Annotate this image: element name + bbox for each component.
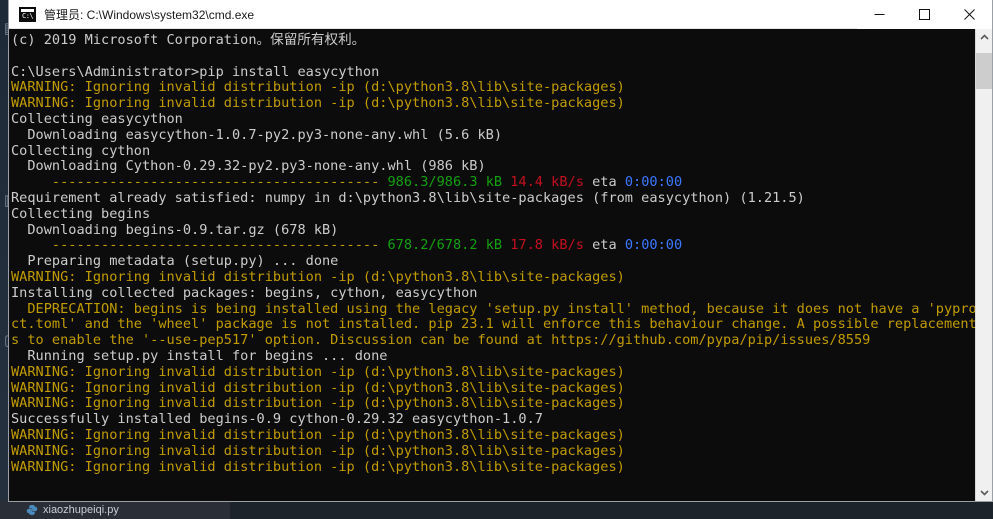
terminal-text-segment: Downloading easycython-1.0.7-py2.py3-non… xyxy=(11,126,503,143)
terminal-screen[interactable]: (c) 2019 Microsoft Corporation。保留所有权利。 C:… xyxy=(9,29,975,501)
terminal-text-segment: WARNING: Ignoring invalid distribution -… xyxy=(11,442,625,459)
terminal-text-segment: eta xyxy=(592,174,625,191)
terminal-text-segment: WARNING: Ignoring invalid distribution -… xyxy=(11,426,625,443)
titlebar[interactable]: C:\ 管理员: C:\Windows\system32\cmd.exe xyxy=(9,0,992,29)
terminal-text-segment: Requirement already satisfied: numpy in … xyxy=(11,189,805,206)
terminal-text-segment: WARNING: Ignoring invalid distribution -… xyxy=(11,379,625,396)
taskbar-item-xiaozhupeiqi[interactable]: xiaozhupeiqi.py xyxy=(0,500,230,519)
desktop: ▤ > ◗ ▥ ◖ ▢ xiaozhupeiqi.py C:\ 管理员: C:\… xyxy=(0,0,993,519)
terminal-line: Preparing metadata (setup.py) ... done xyxy=(11,253,975,270)
terminal-text-segment: WARNING: Ignoring invalid distribution -… xyxy=(11,458,625,475)
terminal-line: DEPRECATION: begins is being installed u… xyxy=(11,300,975,318)
console-body: (c) 2019 Microsoft Corporation。保留所有权利。 C:… xyxy=(9,29,992,501)
terminal-text-segment: ---------------------------------------- xyxy=(11,237,388,254)
terminal-line: WARNING: Ignoring invalid distribution -… xyxy=(11,95,975,112)
close-button[interactable] xyxy=(947,0,992,29)
python-file-icon xyxy=(26,504,38,516)
terminal-text-segment: 986.3/986.3 kB xyxy=(387,174,511,191)
terminal-text-segment: 17.8 kB/s xyxy=(510,237,593,254)
terminal-line: Requirement already satisfied: numpy in … xyxy=(11,189,975,207)
scrollbar[interactable] xyxy=(975,29,992,501)
scroll-down-button[interactable] xyxy=(976,484,992,501)
cmd-icon-text: C:\ xyxy=(22,11,34,20)
terminal-text-segment: 0:00:00 xyxy=(624,237,683,254)
terminal-line: C:\Users\Administrator>pip install easyc… xyxy=(11,63,975,81)
terminal-line: WARNING: Ignoring invalid distribution -… xyxy=(11,458,975,476)
terminal-text-segment: WARNING: Ignoring invalid distribution -… xyxy=(11,395,625,412)
terminal-line: WARNING: Ignoring invalid distribution -… xyxy=(11,268,975,286)
terminal-text-segment: Downloading Cython-0.29.32-py2.py3-none-… xyxy=(11,158,486,175)
terminal-text-segment: WARNING: Ignoring invalid distribution -… xyxy=(11,268,625,285)
terminal-line: WARNING: Ignoring invalid distribution -… xyxy=(11,442,975,460)
window-title: 管理员: C:\Windows\system32\cmd.exe xyxy=(44,7,255,22)
terminal-text-segment: ct.toml' and the 'wheel' package is not … xyxy=(11,316,975,333)
terminal-text-segment: WARNING: Ignoring invalid distribution -… xyxy=(11,95,625,112)
terminal-line: (c) 2019 Microsoft Corporation。保留所有权利。 xyxy=(11,32,975,49)
terminal-text-segment: 0:00:00 xyxy=(624,174,683,191)
terminal-line: Downloading Cython-0.29.32-py2.py3-none-… xyxy=(11,158,975,175)
terminal-text-segment: 678.2/678.2 kB xyxy=(387,237,511,254)
terminal-line: Installing collected packages: begins, c… xyxy=(11,284,975,302)
terminal-text-segment: DEPRECATION: begins is being installed u… xyxy=(11,300,975,317)
taskbar: xiaozhupeiqi.py xyxy=(0,500,993,519)
terminal-text-segment: (c) 2019 Microsoft Corporation。保留所有权利。 xyxy=(11,32,366,48)
maximize-icon xyxy=(919,8,930,20)
terminal-text-segment: Running setup.py install for begins ... … xyxy=(11,347,388,364)
minimize-button[interactable] xyxy=(857,0,902,29)
terminal-text-segment: C:\Users\Administrator>pip install easyc… xyxy=(11,63,380,80)
terminal-text-segment: eta xyxy=(592,237,625,254)
terminal-text-segment: Successfully installed begins-0.9 cython… xyxy=(11,411,543,428)
terminal-output: (c) 2019 Microsoft Corporation。保留所有权利。 C:… xyxy=(11,32,975,501)
terminal-line: WARNING: Ignoring invalid distribution -… xyxy=(11,426,975,444)
terminal-text-segment: Collecting begins xyxy=(11,205,151,222)
terminal-text-segment: WARNING: Ignoring invalid distribution -… xyxy=(11,79,625,96)
window-controls xyxy=(857,0,992,29)
terminal-line: ----------------------------------------… xyxy=(11,174,975,191)
terminal-line: Collecting easycython xyxy=(11,110,975,128)
taskbar-item-label: xiaozhupeiqi.py xyxy=(43,503,119,516)
terminal-line: WARNING: Ignoring invalid distribution -… xyxy=(11,379,975,397)
terminal-line: WARNING: Ignoring invalid distribution -… xyxy=(11,79,975,96)
terminal-line: Successfully installed begins-0.9 cython… xyxy=(11,411,975,428)
terminal-line: ----------------------------------------… xyxy=(11,237,975,254)
scrollbar-track[interactable] xyxy=(976,46,992,484)
terminal-text-segment: Collecting easycython xyxy=(11,110,183,127)
titlebar-left: C:\ 管理员: C:\Windows\system32\cmd.exe xyxy=(9,6,857,23)
terminal-text-segment: Collecting cython xyxy=(11,142,151,159)
terminal-line: ct.toml' and the 'wheel' package is not … xyxy=(11,316,975,333)
terminal-text-segment: ---------------------------------------- xyxy=(11,174,388,191)
terminal-text-segment: s to enable the '--use-pep517' option. D… xyxy=(11,332,871,349)
chevron-down-icon xyxy=(979,490,989,496)
scrollbar-thumb[interactable] xyxy=(976,53,992,89)
terminal-line: s to enable the '--use-pep517' option. D… xyxy=(11,332,975,349)
terminal-line: WARNING: Ignoring invalid distribution -… xyxy=(11,363,975,381)
maximize-button[interactable] xyxy=(902,0,947,29)
terminal-line: WARNING: Ignoring invalid distribution -… xyxy=(11,395,975,412)
terminal-line: Collecting begins xyxy=(11,205,975,223)
terminal-line: Downloading easycython-1.0.7-py2.py3-non… xyxy=(11,126,975,144)
terminal-text-segment: WARNING: Ignoring invalid distribution -… xyxy=(11,363,625,380)
terminal-text-segment: Installing collected packages: begins, c… xyxy=(11,284,478,301)
chevron-up-icon xyxy=(979,34,989,40)
terminal-line: Downloading begins-0.9.tar.gz (678 kB) xyxy=(11,221,975,239)
terminal-text-segment: Downloading begins-0.9.tar.gz (678 kB) xyxy=(11,221,339,238)
terminal-text-segment: 14.4 kB/s xyxy=(510,174,593,191)
console-window: C:\ 管理员: C:\Windows\system32\cmd.exe (c)… xyxy=(8,0,993,502)
terminal-text-segment: Preparing metadata (setup.py) ... done xyxy=(11,253,339,270)
minimize-icon xyxy=(874,13,885,15)
close-icon xyxy=(964,8,975,20)
terminal-line: Running setup.py install for begins ... … xyxy=(11,347,975,365)
terminal-line: Collecting cython xyxy=(11,142,975,160)
scroll-up-button[interactable] xyxy=(976,29,992,46)
cmd-icon: C:\ xyxy=(19,6,36,22)
